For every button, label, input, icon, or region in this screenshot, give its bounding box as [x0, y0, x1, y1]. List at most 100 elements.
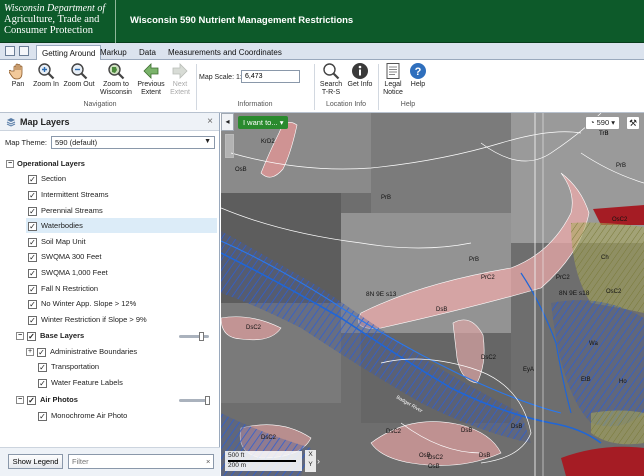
layer-label: SWQMA 300 Feet	[41, 252, 102, 261]
search-trs-button[interactable]: Search T-R-S	[318, 62, 344, 97]
layer-row-selected[interactable]: ✓ Waterbodies	[26, 218, 217, 233]
air-photos-group[interactable]: − ✓ Air Photos	[16, 392, 78, 407]
checkbox[interactable]: ✓	[28, 284, 37, 294]
layer-label: No Winter App. Slope > 12%	[41, 299, 137, 308]
zoom-in-button[interactable]: Zoom In	[33, 62, 59, 89]
operational-layers-group[interactable]: − Operational Layers	[6, 156, 85, 171]
show-legend-button[interactable]: Show Legend	[8, 454, 63, 469]
layer-row[interactable]: ✓ Fall N Restriction	[28, 281, 98, 296]
panel-title: Map Layers	[20, 117, 70, 127]
panel-footer: Show Legend ×	[0, 447, 220, 476]
basemap-selector[interactable]: ◔ 590 ▾	[585, 116, 620, 130]
tab-markup[interactable]: Markup	[95, 45, 132, 60]
soil-unit-label: DsC2	[481, 355, 497, 361]
layer-row[interactable]: ✓ SWQMA 1,000 Feet	[28, 265, 108, 280]
chevron-down-icon: ▾	[611, 118, 615, 127]
xy-coordinate-toggle[interactable]: XY	[305, 450, 316, 472]
previous-extent-button[interactable]: Previous Extent	[137, 62, 165, 97]
legal-notice-button[interactable]: Legal Notice	[381, 62, 405, 97]
layer-row[interactable]: ✓ Intermittent Streams	[28, 187, 109, 202]
layer-label: Transportation	[51, 362, 100, 371]
checkbox[interactable]: ✓	[28, 221, 37, 231]
checkbox[interactable]: ✓	[28, 206, 37, 216]
zoom-to-wisconsin-button[interactable]: Zoom to Wisconsin	[99, 62, 133, 97]
map-scale-input[interactable]	[241, 70, 300, 83]
layer-row[interactable]: ✓ SWQMA 300 Feet	[28, 249, 101, 264]
legal-line2: Notice	[383, 89, 403, 96]
layer-label: Administrative Boundaries	[50, 347, 138, 356]
checkbox[interactable]: ✓	[28, 268, 37, 278]
layers-list-icon[interactable]	[19, 46, 29, 56]
layer-label: Section	[41, 174, 67, 183]
map-theme-select[interactable]: 590 (default) ▼	[51, 136, 215, 149]
document-icon	[386, 63, 400, 79]
checkbox[interactable]: ✓	[27, 331, 36, 341]
zoom-wi-line1: Zoom to	[103, 81, 129, 88]
layer-row[interactable]: ✓ Soil Map Unit	[28, 234, 86, 249]
layer-row[interactable]: ✓ No Winter App. Slope > 12%	[28, 296, 136, 311]
checkbox[interactable]: ✓	[38, 378, 47, 388]
checkbox[interactable]: ✓	[28, 237, 37, 247]
help-button[interactable]: ? Help	[408, 62, 428, 89]
checkbox[interactable]: ✓	[28, 299, 37, 309]
checkbox[interactable]: ✓	[28, 315, 37, 325]
layer-row[interactable]: + ✓ Administrative Boundaries	[26, 344, 137, 359]
checkbox[interactable]: ✓	[38, 362, 47, 372]
tools-icon[interactable]: ⚒	[626, 116, 640, 130]
layer-row[interactable]: ✓ Transportation	[38, 359, 99, 374]
layer-row[interactable]: ✓ Monochrome Air Photo	[38, 408, 127, 423]
i-want-to-menu[interactable]: I want to... ▾	[238, 116, 289, 129]
clear-filter-icon[interactable]: ×	[206, 457, 210, 466]
search-trs-line2: T-R-S	[321, 89, 341, 96]
map-view[interactable]: KrD2 OsB PrB PrB PrC2 PrB PrC2 DsB DsC2 DsC2 EyA Ds…	[221, 113, 644, 476]
layer-row[interactable]: ✓ Section	[28, 171, 66, 186]
collapse-panel-button[interactable]: ◂	[221, 113, 234, 131]
soil-unit-label: DsC2	[261, 435, 277, 441]
layer-row[interactable]: ✓ Perennial Streams	[28, 203, 103, 218]
map-canvas[interactable]: KrD2 OsB PrB PrB PrC2 PrB PrC2 DsB DsC2 DsC2 EyA Ds…	[221, 113, 644, 476]
layer-row[interactable]: ✓ Water Feature Labels	[38, 375, 123, 390]
close-icon[interactable]: ×	[207, 116, 213, 127]
air-opacity-slider[interactable]	[179, 396, 210, 405]
home-icon[interactable]	[5, 46, 15, 56]
checkbox[interactable]: ✓	[27, 395, 36, 405]
agency-logo[interactable]: Wisconsin Department of Agriculture, Tra…	[0, 0, 116, 43]
zoom-out-button[interactable]: Zoom Out	[63, 62, 95, 89]
tab-getting-around[interactable]: Getting Around	[36, 45, 102, 61]
soil-unit-label: OsC2	[612, 217, 628, 223]
checkbox[interactable]: ✓	[28, 190, 37, 200]
basemap-icon: ◔	[590, 118, 595, 127]
soil-unit-label: Ch	[601, 255, 609, 261]
zoom-slider[interactable]	[225, 134, 234, 158]
pan-button[interactable]: Pan	[6, 62, 30, 89]
expand-icon[interactable]: +	[26, 348, 34, 357]
get-info-button[interactable]: Get Info	[346, 62, 374, 89]
checkbox[interactable]: ✓	[37, 347, 46, 357]
ribbon-separator	[196, 64, 197, 110]
collapse-icon[interactable]: −	[16, 396, 24, 405]
help-label: Help	[410, 81, 426, 88]
chevron-right-icon[interactable]: ›	[317, 456, 326, 468]
layer-row[interactable]: ✓ Winter Restriction if Slope > 9%	[28, 312, 147, 327]
next-extent-button[interactable]: Next Extent	[168, 62, 192, 97]
tab-measurements[interactable]: Measurements and Coordinates	[163, 45, 287, 60]
soil-unit-label: OsC2	[606, 289, 622, 295]
slider-handle[interactable]	[205, 396, 210, 405]
tab-data[interactable]: Data	[134, 45, 161, 60]
slider-handle[interactable]	[199, 332, 204, 341]
xy-x: X	[308, 451, 313, 458]
layer-filter-input[interactable]	[68, 454, 214, 469]
ribbon-separator	[314, 64, 315, 110]
base-opacity-slider[interactable]	[179, 332, 209, 341]
base-layers-group[interactable]: − ✓ Base Layers	[16, 328, 84, 343]
layer-label: Intermittent Streams	[41, 190, 109, 199]
checkbox[interactable]: ✓	[38, 411, 47, 421]
collapse-icon[interactable]: −	[16, 332, 24, 341]
logo-line-3: Consumer Protection	[4, 25, 93, 36]
layer-label: Winter Restriction if Slope > 9%	[41, 315, 147, 324]
soil-unit-label: OsB	[428, 464, 440, 470]
checkbox[interactable]: ✓	[28, 174, 37, 184]
collapse-icon[interactable]: −	[6, 160, 14, 169]
checkbox[interactable]: ✓	[28, 252, 37, 262]
zoom-wisconsin-icon	[108, 63, 125, 80]
